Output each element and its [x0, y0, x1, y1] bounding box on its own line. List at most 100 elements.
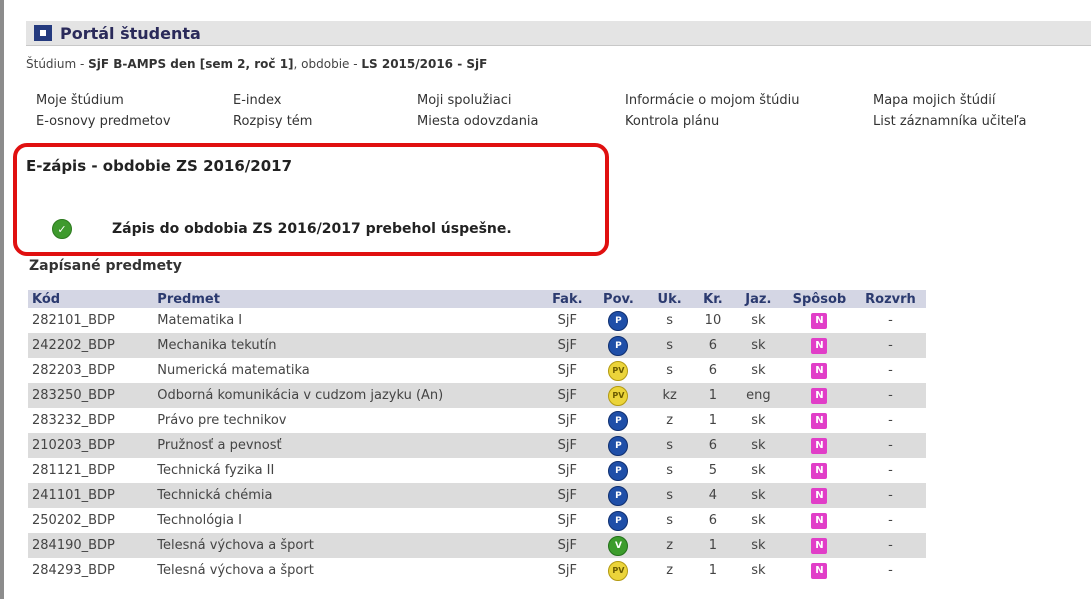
course-kr: 1 [693, 533, 733, 558]
course-code: 241101_BDP [28, 483, 154, 508]
course-jaz: sk [732, 308, 784, 333]
course-rozvrh: - [854, 508, 926, 533]
table-row: 284293_BDP Telesná výchova a šport SjF PV z 1… [28, 558, 926, 583]
sposob-badge-icon: N [811, 462, 828, 479]
course-jaz: sk [732, 333, 784, 358]
course-jaz: sk [732, 433, 784, 458]
course-sposob: N [783, 533, 855, 558]
course-pov: PV [590, 558, 647, 583]
col-kr: Kr. [693, 290, 733, 308]
nav-rozpisy-tem[interactable]: Rozpisy tém [233, 114, 312, 129]
course-pov: V [590, 533, 647, 558]
course-sposob: N [783, 333, 855, 358]
course-rozvrh: - [854, 383, 926, 408]
table-row: 242202_BDP Mechanika tekutín SjF Ps 6 sk N - [28, 333, 926, 358]
col-predmet: Predmet [153, 290, 544, 308]
nav-moji-spoluziaci[interactable]: Moji spolužiaci [417, 93, 512, 108]
nav-miesta-odovzdania[interactable]: Miesta odovzdania [417, 114, 539, 129]
course-name-link[interactable]: Pružnosť a pevnosť [153, 433, 544, 458]
course-faculty: SjF [543, 333, 591, 358]
nav-informacie[interactable]: Informácie o mojom štúdiu [625, 93, 800, 108]
nav-moje-studium[interactable]: Moje štúdium [36, 93, 124, 108]
course-uk: s [646, 433, 694, 458]
breadcrumb-dash: - [76, 57, 89, 71]
course-faculty: SjF [543, 358, 591, 383]
course-rozvrh: - [854, 558, 926, 583]
pov-badge-icon: PV [608, 360, 629, 381]
table-row: 284190_BDP Telesná výchova a šport SjF Vz 1 s… [28, 533, 926, 558]
nav-e-osnovy[interactable]: E-osnovy predmetov [36, 114, 171, 129]
course-rozvrh: - [854, 408, 926, 433]
course-name-link[interactable]: Numerická matematika [153, 358, 544, 383]
course-code: 283232_BDP [28, 408, 154, 433]
course-name-link[interactable]: Technológia I [153, 508, 544, 533]
col-uk: Uk. [646, 290, 694, 308]
sposob-badge-icon: N [811, 562, 828, 579]
course-kr: 1 [693, 558, 733, 583]
course-kr: 6 [693, 333, 733, 358]
course-sposob: N [783, 383, 855, 408]
course-pov: P [590, 483, 647, 508]
course-name-link[interactable]: Právo pre technikov [153, 408, 544, 433]
course-sposob: N [783, 508, 855, 533]
pov-badge-icon: PV [608, 385, 629, 406]
course-name-link[interactable]: Technická chémia [153, 483, 544, 508]
table-row: 241101_BDP Technická chémia SjF Ps 4 sk N - [28, 483, 926, 508]
left-border [0, 0, 4, 599]
course-sposob: N [783, 308, 855, 333]
col-kod: Kód [28, 290, 154, 308]
table-row: 210203_BDP Pružnosť a pevnosť SjF Ps 6 sk N - [28, 433, 926, 458]
nav-mapa-studii[interactable]: Mapa mojich štúdií [873, 93, 995, 108]
course-kr: 4 [693, 483, 733, 508]
course-jaz: sk [732, 458, 784, 483]
course-faculty: SjF [543, 383, 591, 408]
course-sposob: N [783, 433, 855, 458]
sposob-badge-icon: N [811, 487, 828, 504]
sposob-badge-icon: N [811, 387, 828, 404]
pov-badge-icon: V [608, 535, 629, 556]
course-jaz: sk [732, 483, 784, 508]
course-kr: 6 [693, 433, 733, 458]
table-row: 250202_BDP Technológia I SjF Ps 6 sk N - [28, 508, 926, 533]
sposob-badge-icon: N [811, 537, 828, 554]
course-kr: 1 [693, 408, 733, 433]
course-uk: s [646, 358, 694, 383]
course-name-link[interactable]: Matematika I [153, 308, 544, 333]
course-jaz: eng [732, 383, 784, 408]
course-name-link[interactable]: Mechanika tekutín [153, 333, 544, 358]
course-faculty: SjF [543, 458, 591, 483]
course-name-link[interactable]: Telesná výchova a šport [153, 558, 544, 583]
breadcrumb-label: Štúdium [26, 57, 77, 71]
course-kr: 10 [693, 308, 733, 333]
nav-e-index[interactable]: E-index [233, 93, 281, 108]
portal-header: Portál študenta [26, 21, 1091, 46]
breadcrumb-period: LS 2015/2016 - SjF [361, 57, 488, 71]
sposob-badge-icon: N [811, 437, 828, 454]
col-pov: Pov. [590, 290, 647, 308]
nav-list-zaznamnika[interactable]: List záznamníka učiteľa [873, 114, 1027, 129]
table-row: 283232_BDP Právo pre technikov SjF Pz 1 sk N - [28, 408, 926, 433]
col-rozvrh: Rozvrh [854, 290, 926, 308]
course-faculty: SjF [543, 408, 591, 433]
course-faculty: SjF [543, 433, 591, 458]
nav-kontrola-planu[interactable]: Kontrola plánu [625, 114, 719, 129]
course-faculty: SjF [543, 558, 591, 583]
sposob-badge-icon: N [811, 337, 828, 354]
pov-badge-icon: P [608, 460, 629, 481]
course-name-link[interactable]: Odborná komunikácia v cudzom jazyku (An) [153, 383, 544, 408]
course-faculty: SjF [543, 508, 591, 533]
course-kr: 6 [693, 358, 733, 383]
table-row: 282203_BDP Numerická matematika SjF PV s 6 sk N… [28, 358, 926, 383]
pov-badge-icon: P [608, 510, 629, 531]
col-jaz: Jaz. [732, 290, 784, 308]
portal-title: Portál študenta [60, 23, 201, 43]
course-jaz: sk [732, 408, 784, 433]
course-name-link[interactable]: Telesná výchova a šport [153, 533, 544, 558]
course-rozvrh: - [854, 333, 926, 358]
course-pov: P [590, 308, 647, 333]
course-sposob: N [783, 458, 855, 483]
course-name-link[interactable]: Technická fyzika II [153, 458, 544, 483]
course-sposob: N [783, 558, 855, 583]
course-jaz: sk [732, 533, 784, 558]
course-code: 284293_BDP [28, 558, 154, 583]
